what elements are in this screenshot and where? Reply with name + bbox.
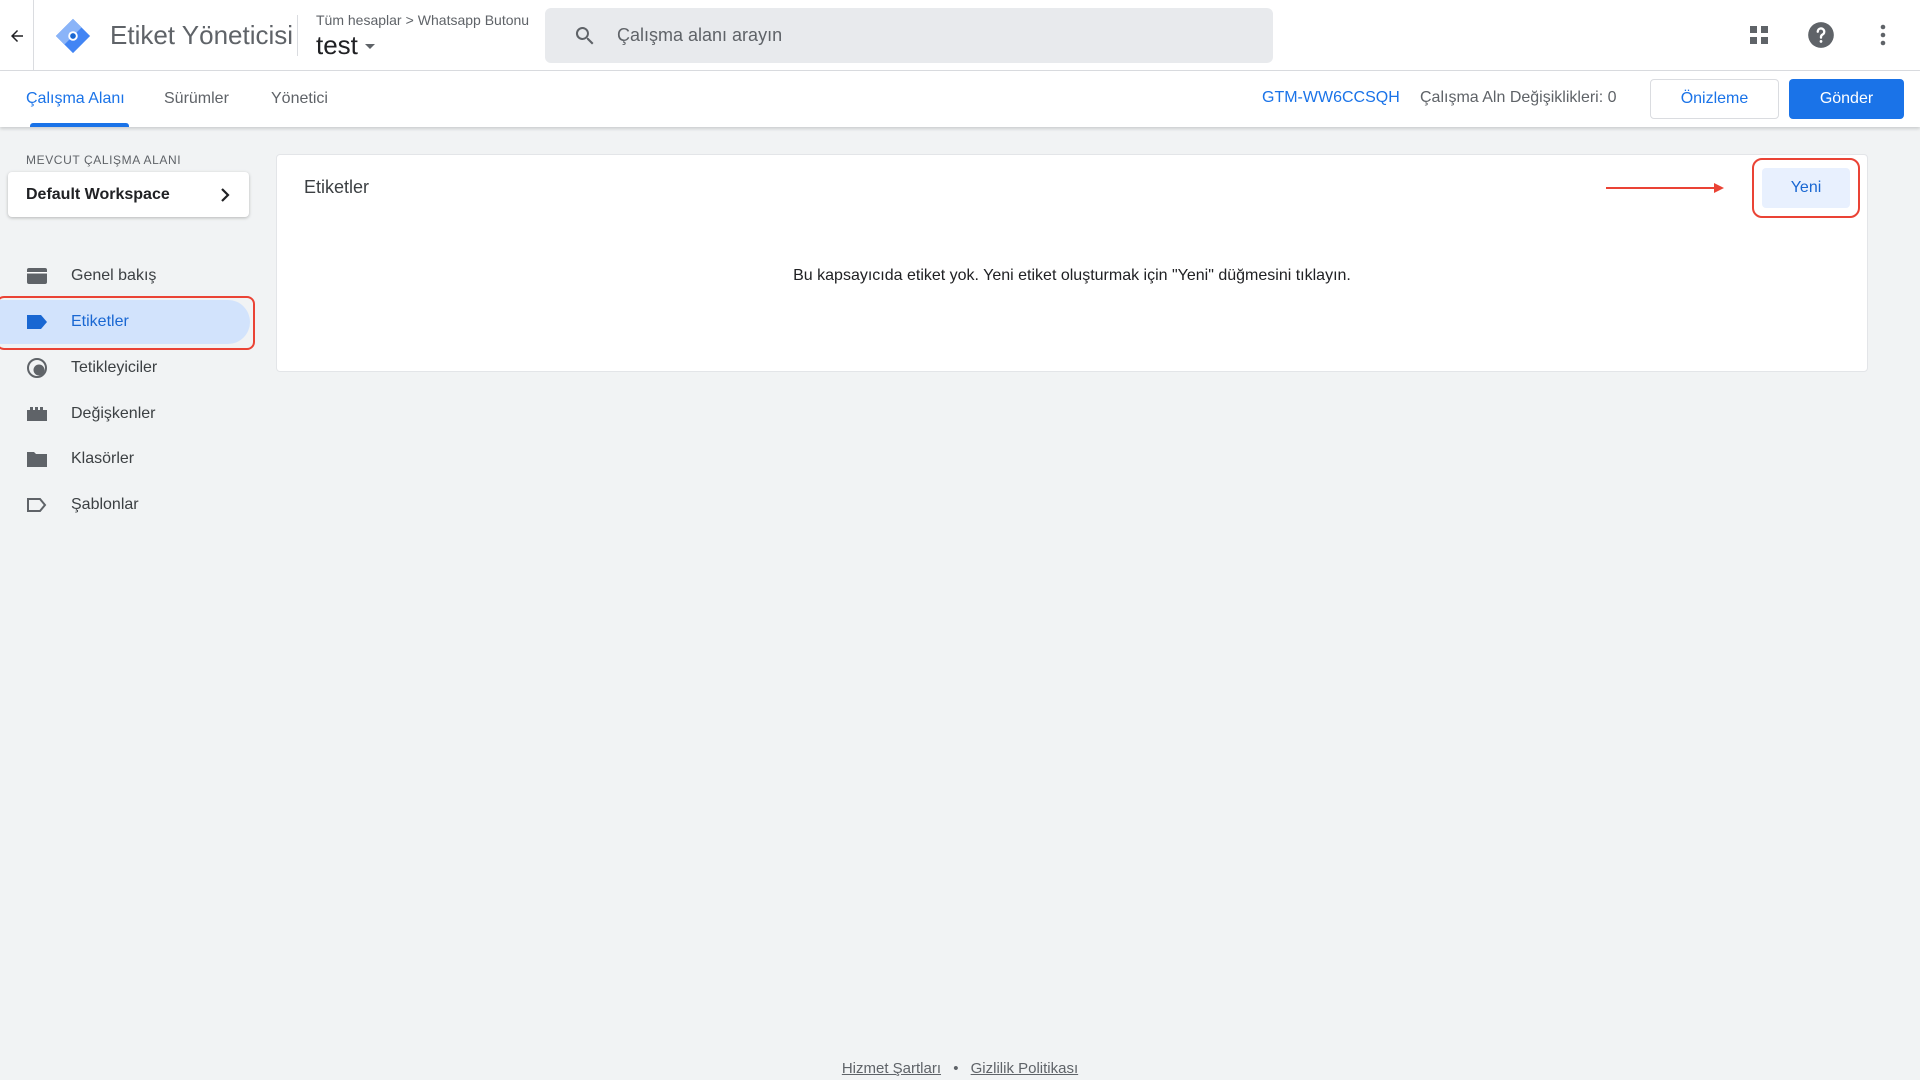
- template-icon: [25, 493, 49, 517]
- preview-button[interactable]: Önizleme: [1650, 79, 1779, 119]
- container-id-link[interactable]: GTM-WW6CCSQH: [1262, 89, 1400, 107]
- top-actions: [1742, 18, 1900, 52]
- footer: Hizmet Şartları • Gizlilik Politikası: [0, 1060, 1920, 1077]
- apps-grid-icon[interactable]: [1742, 18, 1776, 52]
- empty-state-message: Bu kapsayıcıda etiket yok. Yeni etiket o…: [793, 267, 1351, 284]
- sidebar-item-label: Tetikleyiciler: [71, 359, 158, 376]
- sidebar-item-templates[interactable]: Şablonlar: [0, 483, 250, 527]
- arrow-annotation-icon: [1606, 183, 1724, 193]
- trigger-icon: [25, 356, 49, 380]
- sidebar-item-label: Şablonlar: [71, 496, 139, 513]
- workspace-name: Default Workspace: [26, 185, 170, 203]
- tag-icon: [25, 310, 49, 334]
- arrow-back-icon: [10, 29, 23, 42]
- sidebar-item-label: Genel bakış: [71, 267, 157, 284]
- back-button[interactable]: [0, 0, 34, 71]
- workspace-search[interactable]: [545, 8, 1273, 63]
- sidebar-item-label: Değişkenler: [71, 405, 156, 422]
- dropdown-arrow-icon: [364, 43, 375, 49]
- workspace-changes: Çalışma Aln Değişiklikleri: 0: [1420, 89, 1617, 106]
- tab-admin[interactable]: Yönetici: [271, 71, 328, 127]
- breadcrumb-account[interactable]: Whatsapp Butonu: [418, 12, 529, 28]
- sidebar-item-tags[interactable]: Etiketler: [0, 300, 250, 344]
- variables-icon: [25, 402, 49, 426]
- title-divider: [297, 15, 298, 56]
- more-vert-icon[interactable]: [1866, 18, 1900, 52]
- app-title: Etiket Yöneticisi: [110, 20, 294, 50]
- container-name: test: [316, 30, 358, 60]
- new-tag-button[interactable]: Yeni: [1762, 168, 1850, 208]
- sidebar-item-label: Etiketler: [71, 313, 129, 330]
- nav-bar: Çalışma Alanı Sürümler Yönetici GTM-WW6C…: [0, 71, 1920, 127]
- container-selector[interactable]: test: [316, 30, 376, 61]
- current-workspace-label: MEVCUT ÇALIŞMA ALANI: [26, 153, 182, 167]
- sidebar-item-label: Klasörler: [71, 450, 135, 467]
- footer-separator: •: [953, 1060, 959, 1077]
- tag-manager-logo-icon: [55, 18, 91, 54]
- chevron-right-icon: >: [405, 12, 414, 28]
- sidebar-item-folders[interactable]: Klasörler: [0, 437, 250, 481]
- overview-icon: [25, 264, 49, 288]
- privacy-link[interactable]: Gizlilik Politikası: [971, 1060, 1079, 1077]
- submit-button[interactable]: Gönder: [1789, 79, 1904, 119]
- tab-workspace[interactable]: Çalışma Alanı: [26, 71, 129, 127]
- sidebar-item-variables[interactable]: Değişkenler: [0, 392, 250, 436]
- tab-versions[interactable]: Sürümler: [164, 71, 229, 127]
- terms-link[interactable]: Hizmet Şartları: [842, 1060, 941, 1077]
- top-bar: Etiket Yöneticisi Tüm hesaplar > Whatsap…: [0, 0, 1920, 71]
- search-icon: [575, 26, 594, 44]
- tags-card: Etiketler Yeni Bu kapsayıcıda etiket yok…: [276, 154, 1868, 372]
- folder-icon: [25, 447, 49, 471]
- help-icon[interactable]: [1804, 18, 1838, 52]
- search-input[interactable]: [617, 25, 1217, 46]
- breadcrumb-all-accounts[interactable]: Tüm hesaplar: [316, 12, 402, 28]
- workspace-selector[interactable]: Default Workspace: [8, 172, 249, 217]
- sidebar-item-overview[interactable]: Genel bakış: [0, 254, 250, 298]
- chevron-right-icon: [221, 187, 230, 202]
- breadcrumb: Tüm hesaplar > Whatsapp Butonu: [316, 12, 529, 28]
- card-title: Etiketler: [304, 177, 370, 197]
- sidebar-item-triggers[interactable]: Tetikleyiciler: [0, 346, 250, 390]
